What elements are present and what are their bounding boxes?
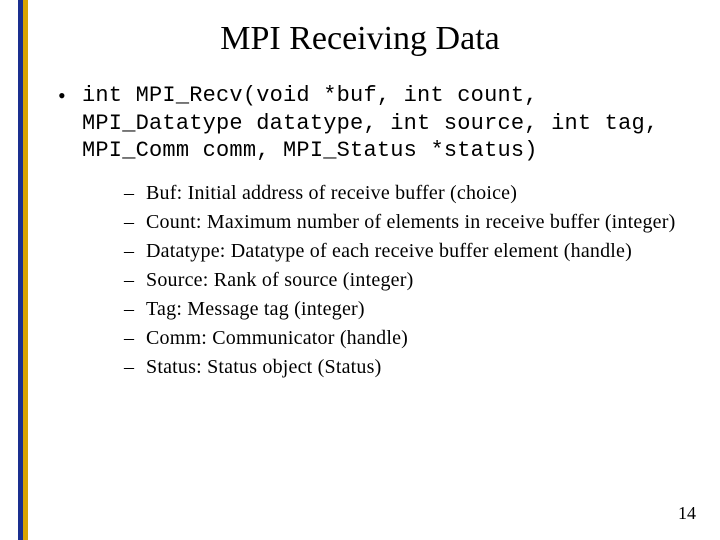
param-item: Source: Rank of source (integer): [124, 266, 690, 295]
param-name: Datatype: [146, 240, 220, 262]
params-list: Buf: Initial address of receive buffer (…: [82, 179, 690, 382]
slide: MPI Receiving Data int MPI_Recv(void *bu…: [0, 0, 720, 540]
signature-text: int MPI_Recv(void *buf, int count, MPI_D…: [82, 83, 658, 163]
param-name: Tag: [146, 298, 176, 320]
param-desc: Rank of source (integer): [214, 269, 414, 291]
param-item: Buf: Initial address of receive buffer (…: [124, 179, 690, 208]
signature-item: int MPI_Recv(void *buf, int count, MPI_D…: [56, 82, 690, 382]
page-number: 14: [678, 503, 696, 524]
param-name: Comm: [146, 327, 201, 349]
param-item: Datatype: Datatype of each receive buffe…: [124, 237, 690, 266]
param-desc: Status object (Status): [207, 356, 381, 378]
param-name: Source: [146, 269, 203, 291]
top-list: int MPI_Recv(void *buf, int count, MPI_D…: [56, 82, 690, 382]
slide-body: int MPI_Recv(void *buf, int count, MPI_D…: [0, 82, 720, 382]
param-item: Comm: Communicator (handle): [124, 324, 690, 353]
param-name: Buf: [146, 182, 177, 204]
param-name: Status: [146, 356, 196, 378]
param-desc: Message tag (integer): [187, 298, 364, 320]
param-desc: Datatype of each receive buffer element …: [231, 240, 632, 262]
param-desc: Initial address of receive buffer (choic…: [188, 182, 518, 204]
param-item: Tag: Message tag (integer): [124, 295, 690, 324]
slide-title: MPI Receiving Data: [0, 20, 720, 58]
param-item: Status: Status object (Status): [124, 353, 690, 382]
param-name: Count: [146, 211, 196, 233]
param-desc: Maximum number of elements in receive bu…: [207, 211, 676, 233]
param-item: Count: Maximum number of elements in rec…: [124, 208, 690, 237]
param-desc: Communicator (handle): [212, 327, 408, 349]
